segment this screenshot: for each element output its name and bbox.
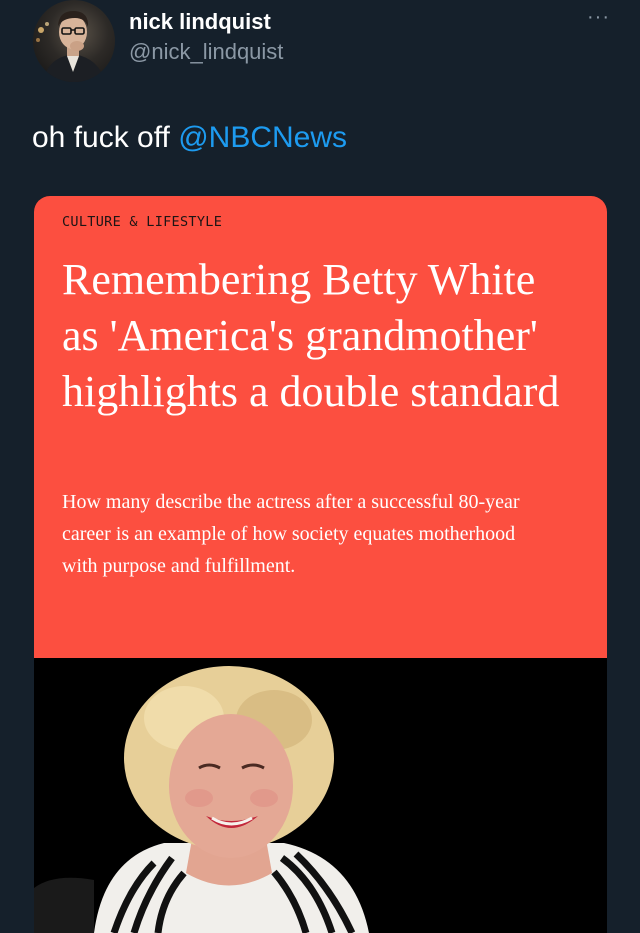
tweet-header: nick lindquist @nick_lindquist ···: [0, 0, 640, 90]
card-category: CULTURE & LIFESTYLE: [62, 214, 223, 230]
card-photo: [34, 658, 607, 933]
link-card[interactable]: CULTURE & LIFESTYLE Remembering Betty Wh…: [34, 196, 607, 933]
more-options-icon[interactable]: ···: [587, 6, 610, 29]
tweet-text: oh fuck off @NBCNews: [32, 118, 347, 158]
tweet-text-body: oh fuck off: [32, 121, 179, 154]
card-header-panel: CULTURE & LIFESTYLE Remembering Betty Wh…: [34, 196, 607, 658]
display-name[interactable]: nick lindquist: [129, 8, 283, 36]
card-headline: Remembering Betty White as 'America's gr…: [62, 255, 560, 416]
user-info: nick lindquist @nick_lindquist: [129, 8, 283, 66]
user-handle[interactable]: @nick_lindquist: [129, 38, 283, 66]
card-subheadline: How many describe the actress after a su…: [62, 491, 520, 577]
mention-link[interactable]: @NBCNews: [178, 121, 347, 154]
avatar[interactable]: [33, 0, 115, 82]
